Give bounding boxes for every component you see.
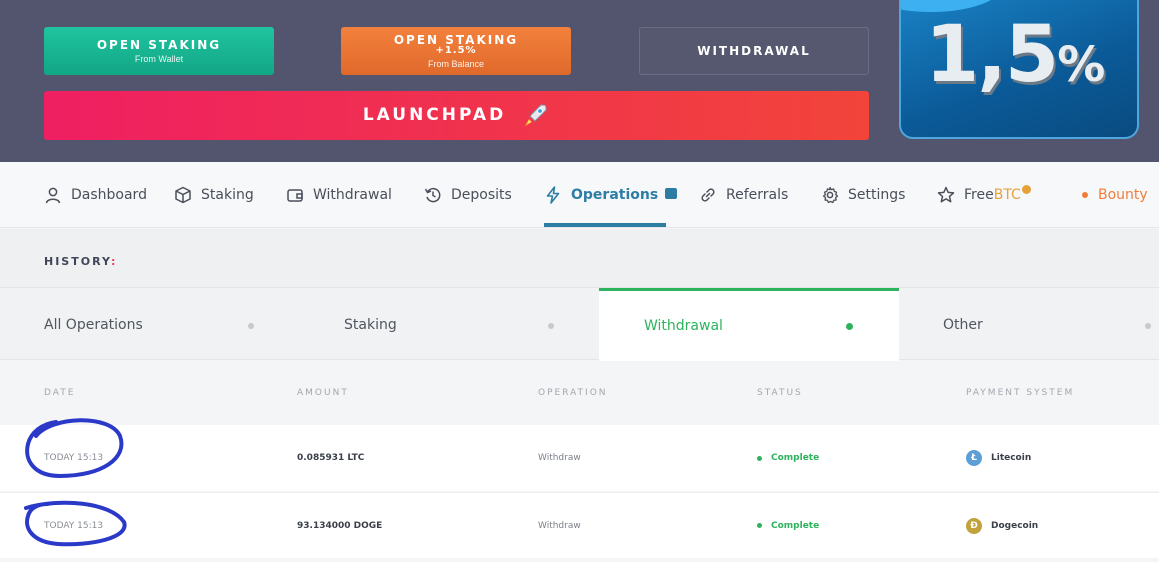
table-row[interactable]: TODAY 15:13 0.085931 LTC Withdraw Comple… [0, 425, 1159, 491]
main-nav: Dashboard Staking Withdrawal Deposits Op… [0, 162, 1159, 228]
litecoin-icon: Ł [966, 450, 982, 466]
tab-staking[interactable]: Staking [300, 288, 600, 361]
nav-item-deposits[interactable]: Deposits [424, 162, 512, 228]
tab-other[interactable]: Other [899, 288, 1159, 361]
nav-item-label: Withdrawal [313, 187, 392, 203]
row-date: TODAY 15:13 [44, 520, 104, 531]
withdrawal-title: WITHDRAWAL [697, 44, 811, 58]
nav-item-referrals[interactable]: Referrals [699, 162, 788, 228]
nav-item-label: Settings [848, 187, 906, 203]
nav-item-label: Referrals [726, 187, 789, 203]
tab-label: Staking [344, 316, 397, 333]
column-header-operation: OPERATION [538, 388, 608, 398]
rocket-icon [525, 103, 547, 126]
row-status: Complete [757, 493, 819, 558]
open-staking-balance-subtitle: From Balance [427, 58, 485, 69]
row-operation: Withdraw [538, 520, 581, 531]
table-row[interactable]: TODAY 15:13 93.134000 DOGE Withdraw Comp… [0, 492, 1159, 558]
tab-indicator [248, 323, 254, 329]
status-dot-icon [757, 455, 762, 461]
history-title-colon: : [110, 255, 118, 268]
row-date: TODAY 15:13 [44, 453, 104, 463]
nav-item-label-suffix: BTC [993, 187, 1021, 203]
row-amount: 0.085931 LTC [297, 453, 365, 463]
tab-label: Other [943, 316, 983, 333]
status-dot-icon [757, 523, 762, 528]
tab-indicator [548, 323, 554, 329]
history-title: HISTORY: [44, 255, 117, 268]
top-banner: OPEN STAKING From Wallet OPEN STAKING +1… [0, 0, 1159, 162]
nav-item-staking[interactable]: Staking [174, 162, 254, 228]
row-amount: 93.134000 DOGE [297, 520, 383, 531]
active-nav-underline [544, 223, 666, 227]
history-icon [424, 187, 441, 203]
nav-item-label: Free [964, 187, 994, 203]
open-staking-balance-button[interactable]: OPEN STAKING +1.5% From Balance [341, 27, 571, 75]
nav-item-label: Deposits [451, 187, 512, 203]
launchpad-title: LAUNCHPAD [362, 105, 507, 125]
open-staking-wallet-subtitle: From Wallet [134, 53, 184, 64]
wallet-icon [287, 189, 303, 202]
row-payment-label: Litecoin [991, 453, 1032, 463]
history-title-text: HISTORY [44, 255, 111, 268]
launchpad-button[interactable]: LAUNCHPAD [44, 91, 869, 140]
promo-rate-suffix: % [1057, 37, 1105, 93]
tab-withdrawal[interactable]: Withdrawal [599, 288, 899, 361]
table-header: DATE AMOUNT OPERATION STATUS PAYMENT SYS… [0, 361, 1159, 423]
dot-icon [1082, 192, 1088, 198]
row-status-label: Complete [771, 520, 820, 531]
nav-item-freebtc[interactable]: Free BTC [937, 162, 1031, 228]
nav-item-bounty[interactable]: Bounty [1082, 162, 1148, 228]
nav-item-label: Operations [571, 187, 659, 203]
row-payment-label: Dogecoin [991, 520, 1039, 531]
dogecoin-icon: Ð [966, 517, 982, 534]
column-header-status: STATUS [757, 388, 803, 398]
nav-item-dashboard[interactable]: Dashboard [44, 162, 147, 228]
nav-item-label: Bounty [1098, 187, 1148, 203]
nav-item-withdrawal[interactable]: Withdrawal [286, 162, 392, 228]
column-header-amount: AMOUNT [297, 388, 349, 398]
column-header-date: DATE [44, 388, 76, 398]
star-icon [937, 186, 955, 203]
row-payment-system: Ł Litecoin [966, 425, 1031, 491]
tab-indicator [846, 323, 853, 330]
nav-item-label: Dashboard [71, 187, 147, 203]
btc-icon [1021, 184, 1031, 194]
promo-rate-value: 1,5 [925, 10, 1059, 100]
link-icon [701, 188, 715, 202]
nav-item-label: Staking [201, 187, 254, 203]
cube-icon [175, 186, 191, 204]
operations-badge [665, 187, 678, 199]
history-header: HISTORY: [0, 229, 1159, 287]
promo-banner[interactable]: 1,5% [899, 0, 1139, 139]
tab-indicator [1145, 323, 1151, 329]
user-icon [45, 187, 61, 204]
nav-item-operations[interactable]: Operations [544, 162, 678, 228]
row-status-label: Complete [771, 453, 820, 463]
open-staking-balance-extra: +1.5% [435, 44, 477, 56]
open-staking-wallet-button[interactable]: OPEN STAKING From Wallet [44, 27, 274, 75]
tab-label: All Operations [44, 316, 143, 333]
withdrawal-button[interactable]: WITHDRAWAL [639, 27, 869, 75]
lightning-icon [546, 186, 560, 204]
row-status: Complete [757, 425, 819, 491]
open-staking-balance-title: OPEN STAKING [393, 32, 519, 47]
row-operation: Withdraw [538, 453, 581, 463]
promo-rate: 1,5% [925, 10, 1105, 100]
open-staking-wallet-title: OPEN STAKING [96, 37, 222, 52]
gear-icon [822, 186, 839, 204]
history-tabs: All Operations Staking Withdrawal Other [0, 287, 1159, 361]
tab-label: Withdrawal [644, 318, 723, 334]
tab-all-operations[interactable]: All Operations [0, 288, 300, 361]
row-payment-system: Ð Dogecoin [966, 493, 1038, 558]
column-header-payment-system: PAYMENT SYSTEM [966, 388, 1075, 398]
nav-item-settings[interactable]: Settings [821, 162, 905, 228]
